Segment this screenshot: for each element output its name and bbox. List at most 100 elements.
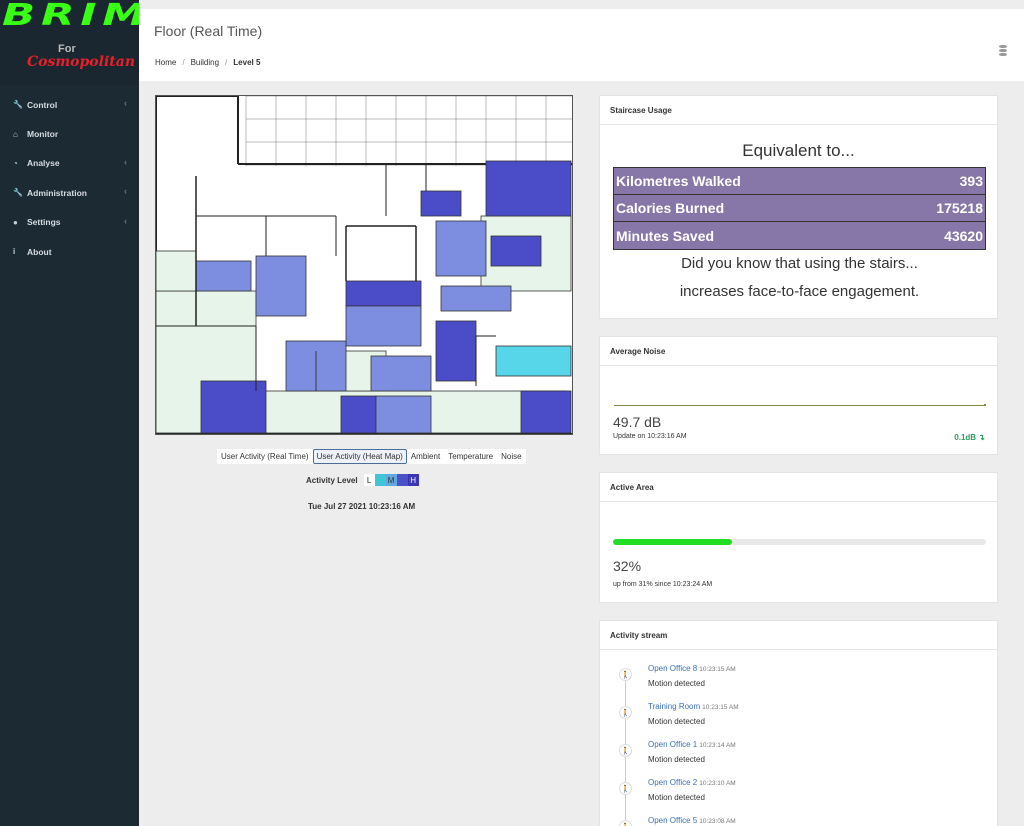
dashboard-icon: ◔ <box>13 158 18 168</box>
activity-event-room[interactable]: Open Office 5 10:23:08 AM <box>648 816 736 825</box>
activity-level-swatch: L <box>363 474 375 486</box>
breadcrumb-separator: / <box>225 58 228 67</box>
stairs-stat-value: 393 <box>959 173 983 189</box>
page-header: Floor (Real Time) Home / Building / Leve… <box>139 0 1024 81</box>
floor-zone-active <box>440 285 512 312</box>
page-title: Floor (Real Time) <box>154 23 263 39</box>
floor-zone-active <box>345 305 422 347</box>
breadcrumb-separator: / <box>182 58 185 67</box>
person-icon: 🚶 <box>619 744 632 757</box>
active-area-value: 32% <box>613 558 642 574</box>
chevron-left-icon: ‹ <box>124 98 127 108</box>
activity-event-room-link[interactable]: Open Office 5 <box>648 816 697 825</box>
sidebar-item-analyse[interactable]: ◔ Analyse ‹ <box>0 149 139 178</box>
active-area-progress-fill <box>613 539 733 545</box>
person-icon: 🚶 <box>619 706 632 719</box>
noise-update-time: Update on 10:23:16 AM <box>613 433 687 440</box>
tab-noise[interactable]: Noise <box>497 449 526 464</box>
person-icon: 🚶 <box>619 820 632 826</box>
floor-zone-active <box>435 320 477 382</box>
activity-event-room[interactable]: Training Room 10:23:15 AM <box>648 702 739 711</box>
activity-event: 🚶 Open Office 510:23:08 AM <box>600 816 997 826</box>
tab-user-activity-real-time[interactable]: User Activity (Real Time) <box>217 449 313 464</box>
activity-event-message: Motion detected <box>648 793 705 802</box>
average-noise-panel: Average Noise 49.7 dB Update on 10:23:16… <box>599 336 998 455</box>
floor-zone-active <box>255 255 307 317</box>
activity-event-message: Motion detected <box>648 679 705 688</box>
chevron-left-icon: ‹ <box>124 215 127 226</box>
activity-event-time: 10:23:15 AM <box>699 666 736 673</box>
activity-event-room[interactable]: Open Office 8 10:23:15 AM <box>648 664 736 673</box>
chevron-left-icon: ‹ <box>124 186 127 197</box>
noise-value: 49.7 dB <box>613 414 662 430</box>
sidebar-item-control[interactable]: 🔧 Control ‹ <box>0 90 139 119</box>
floor-zone-active <box>375 395 432 434</box>
stairs-stat-value: 175218 <box>936 200 983 216</box>
sidebar-item-settings[interactable]: ● Settings ‹ <box>0 208 139 237</box>
sidebar-item-about[interactable]: i About <box>0 237 139 266</box>
activity-event-message: Motion detected <box>648 717 705 726</box>
stairs-heading: Equivalent to... <box>742 141 855 160</box>
database-icon[interactable] <box>999 45 1007 57</box>
active-area-note: up from 31% since 10:23:24 AM <box>613 581 713 588</box>
brand-logo[interactable]: BRIM For Cosmopolitan <box>0 0 146 85</box>
activity-level-swatch: H <box>407 474 419 486</box>
noise-delta: 0.1dB ↴ <box>954 433 985 442</box>
activity-event-time: 10:23:14 AM <box>699 742 736 749</box>
stairs-stat-row: Calories Burned 175218 <box>614 195 985 222</box>
staircase-usage-panel: Staircase Usage Equivalent to... Kilomet… <box>599 95 998 319</box>
stairs-stat-label: Calories Burned <box>616 200 725 216</box>
stairs-stat-row: Kilometres Walked 393 <box>614 168 985 195</box>
sidebar-item-label: Control <box>27 99 58 110</box>
floor-zone-active <box>195 260 252 292</box>
activity-level-label: Activity Level <box>306 475 358 485</box>
sidebar-nav: 🔧 Control ‹ ⌂ Monitor ◔ Analyse ‹ 🔧 Administratio… <box>0 90 139 266</box>
activity-level-legend: Activity Level LMH <box>306 474 419 486</box>
stairs-stat-value: 43620 <box>944 227 983 244</box>
floor-zone-active <box>340 395 377 434</box>
activity-event-room-link[interactable]: Open Office 8 <box>648 664 697 673</box>
stairs-note-line: increases face-to-face engagement. <box>679 283 920 300</box>
sidebar-item-label: Analyse <box>27 158 60 169</box>
breadcrumb-home[interactable]: Home <box>155 58 176 67</box>
activity-event-room-link[interactable]: Open Office 2 <box>648 778 697 787</box>
active-area-progress <box>613 539 986 545</box>
info-icon: i <box>13 247 16 257</box>
activity-event-room[interactable]: Open Office 2 10:23:10 AM <box>648 778 736 787</box>
stairs-stat-label: Minutes Saved <box>616 227 715 244</box>
activity-level-swatch: M <box>385 474 397 486</box>
activity-event-room[interactable]: Open Office 1 10:23:14 AM <box>648 740 736 749</box>
activity-event-time: 10:23:08 AM <box>699 818 736 825</box>
map-view-tabs: User Activity (Real Time) User Activity (… <box>217 449 526 464</box>
active-area-panel: Active Area 32% up from 31% since 10:23:… <box>599 472 998 603</box>
wrench-icon: 🔧 <box>13 100 23 110</box>
activity-level-scale: LMH <box>363 474 419 486</box>
tab-temperature[interactable]: Temperature <box>444 449 498 464</box>
sidebar-item-administration[interactable]: 🔧 Administration ‹ <box>0 178 139 207</box>
noise-sparkline-point <box>984 404 986 406</box>
floor-zone-active <box>495 345 572 377</box>
panel-title: Activity stream <box>600 621 997 650</box>
sidebar-item-label: Administration <box>27 187 87 198</box>
breadcrumb-level: Level 5 <box>233 58 261 67</box>
floor-plan-map[interactable] <box>155 95 573 435</box>
activity-event-room-link[interactable]: Training Room <box>648 702 700 711</box>
sidebar-item-monitor[interactable]: ⌂ Monitor <box>0 119 139 148</box>
activity-event-room-link[interactable]: Open Office 1 <box>648 740 697 749</box>
floor-zone <box>156 250 197 292</box>
floor-zone-active <box>490 235 542 267</box>
floor-zone-active <box>370 355 432 392</box>
user-icon: ● <box>13 217 18 227</box>
noise-sparkline <box>614 405 985 406</box>
breadcrumb-building[interactable]: Building <box>191 58 219 67</box>
activity-event: 🚶 Open Office 2 10:23:10 AM Motion detected <box>600 778 997 816</box>
panel-title: Staircase Usage <box>600 96 997 125</box>
sidebar: BRIM For Cosmopolitan 🔧 Control ‹ ⌂ Monitor ◔… <box>0 0 146 826</box>
tab-ambient[interactable]: Ambient <box>406 449 445 464</box>
home-icon: ⌂ <box>13 129 18 139</box>
tab-user-activity-heat-map[interactable]: User Activity (Heat Map) <box>312 449 407 464</box>
stairs-note: Did you know that using the stairs... in… <box>600 250 999 306</box>
activity-level-swatch <box>396 474 408 486</box>
person-icon: 🚶 <box>619 782 632 795</box>
panel-title: Active Area <box>600 473 997 502</box>
